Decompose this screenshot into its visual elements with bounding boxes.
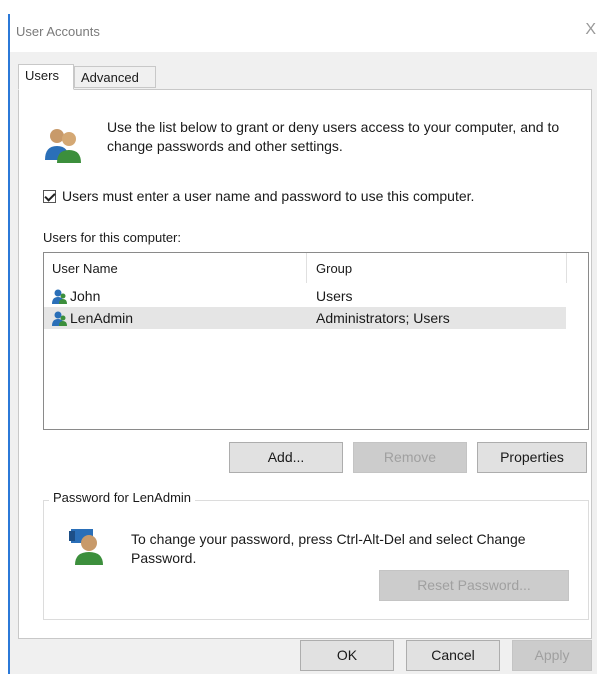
group-cell: Users <box>316 288 353 304</box>
users-icon <box>45 129 81 163</box>
close-icon[interactable]: X <box>585 21 596 39</box>
column-header-group[interactable]: Group <box>316 261 352 276</box>
ok-button[interactable]: OK <box>300 640 394 671</box>
tab-users[interactable]: Users <box>18 64 74 90</box>
require-login-label: Users must enter a user name and passwor… <box>62 188 475 204</box>
tab-advanced[interactable]: Advanced <box>74 66 156 88</box>
apply-button[interactable]: Apply <box>512 640 592 671</box>
user-name-cell: LenAdmin <box>70 310 134 326</box>
column-header-user-name[interactable]: User Name <box>52 261 118 276</box>
title-bar[interactable]: User Accounts X <box>10 14 597 52</box>
password-group-legend: Password for LenAdmin <box>49 490 196 505</box>
require-login-row[interactable]: Users must enter a user name and passwor… <box>43 188 474 204</box>
properties-button[interactable]: Properties <box>477 442 587 473</box>
listview-header: User Name Group <box>44 253 588 283</box>
password-instructions: To change your password, press Ctrl-Alt-… <box>131 531 526 566</box>
window-title: User Accounts <box>16 24 100 39</box>
users-tab-panel: Use the list below to grant or deny user… <box>18 89 592 639</box>
column-divider[interactable] <box>306 253 307 283</box>
user-icon <box>52 289 67 304</box>
table-row-john[interactable]: John Users <box>44 285 566 307</box>
table-row-lenadmin[interactable]: LenAdmin Administrators; Users <box>44 307 566 329</box>
user-icon <box>52 311 67 326</box>
users-list-label: Users for this computer: <box>43 230 181 245</box>
column-divider[interactable] <box>566 253 567 283</box>
intro-text: Use the list below to grant or deny user… <box>107 119 560 154</box>
user-name-cell: John <box>70 288 101 304</box>
add-button[interactable]: Add... <box>229 442 343 473</box>
tab-advanced-label: Advanced <box>81 70 139 85</box>
tab-users-label: Users <box>25 68 59 83</box>
group-cell: Administrators; Users <box>316 310 450 326</box>
remove-button[interactable]: Remove <box>353 442 467 473</box>
user-key-icon <box>69 529 103 565</box>
user-accounts-window: User Accounts X Users Advanced Use the l… <box>8 14 597 674</box>
require-login-checkbox[interactable] <box>43 189 56 203</box>
cancel-button[interactable]: Cancel <box>406 640 500 671</box>
reset-password-button[interactable]: Reset Password... <box>379 570 569 601</box>
users-listview[interactable]: User Name Group John Users LenAdmin Admi… <box>43 252 589 430</box>
